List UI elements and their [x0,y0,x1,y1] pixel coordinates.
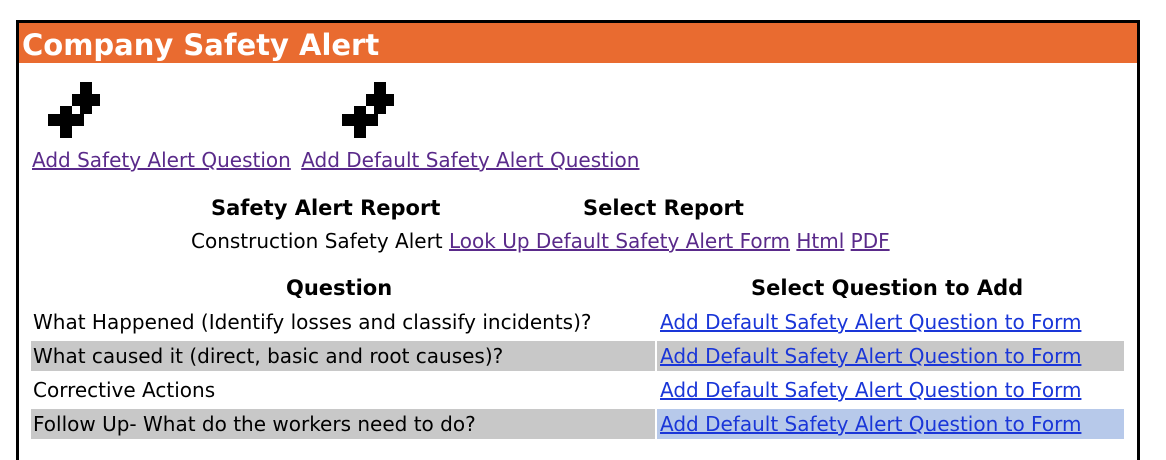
question-text: What Happened (Identify losses and class… [33,310,592,334]
question-column-header: Question [286,276,393,300]
report-name: Construction Safety Alert [191,229,443,253]
add-question-to-form-link[interactable]: Add Default Safety Alert Question to For… [660,310,1081,334]
title-bar: Company Safety Alert [19,23,1137,63]
report-row: Construction Safety Alert Look Up Defaul… [191,229,890,253]
question-text: Follow Up- What do the workers need to d… [31,409,655,439]
question-text: Corrective Actions [33,378,216,402]
page-title: Company Safety Alert [22,28,380,62]
select-report-header: Select Report [583,196,744,220]
add-question-to-form-link[interactable]: Add Default Safety Alert Question to For… [660,344,1081,368]
add-default-safety-alert-question-link[interactable]: Add Default Safety Alert Question [301,148,639,172]
add-question-to-form-link[interactable]: Add Default Safety Alert Question to For… [660,378,1081,402]
safety-alert-report-header: Safety Alert Report [211,196,441,220]
add-move-icon[interactable] [44,78,108,142]
add-question-to-form-link[interactable]: Add Default Safety Alert Question to For… [660,412,1081,436]
safety-alert-panel: Company Safety Alert Add Safety Alert Qu… [16,20,1140,460]
lookup-default-form-link[interactable]: Look Up Default Safety Alert Form [449,229,790,253]
add-safety-alert-question-link[interactable]: Add Safety Alert Question [32,148,291,172]
html-link[interactable]: Html [796,229,844,253]
add-move-icon[interactable] [338,78,402,142]
action-links: Add Safety Alert Question Add Default Sa… [32,148,639,172]
question-text: What caused it (direct, basic and root c… [31,341,655,371]
select-question-column-header: Select Question to Add [751,276,1024,300]
pdf-link[interactable]: PDF [851,229,890,253]
